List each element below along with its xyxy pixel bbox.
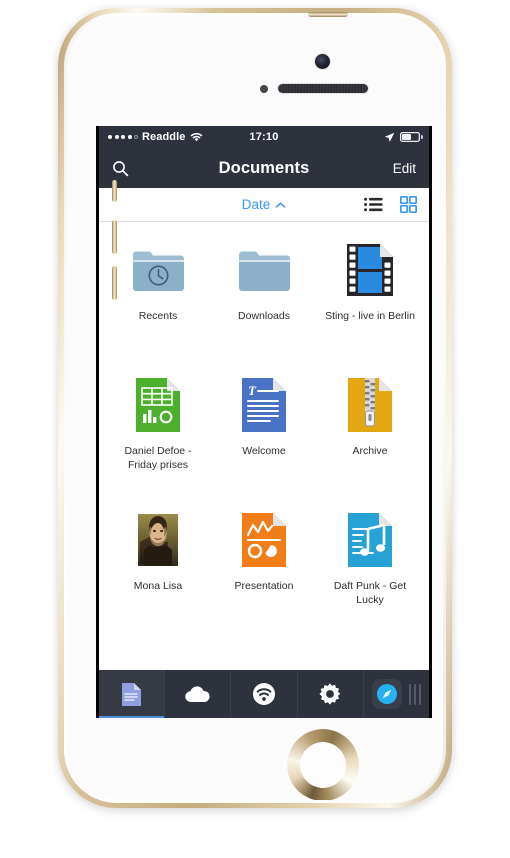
file-label: Daft Punk - Get Lucky [333, 580, 407, 606]
proximity-sensor-icon [260, 85, 268, 93]
tab-stack-icon[interactable] [408, 683, 422, 705]
tab-browser[interactable] [364, 670, 429, 718]
file-item[interactable]: Daniel Defoe - Friday prises [105, 363, 211, 498]
document-icon [121, 682, 142, 707]
phone-face: Readdle 17:10 Documents Edit Date Recent… [64, 13, 446, 803]
battery-icon [400, 132, 423, 142]
file-label: Presentation [234, 580, 294, 592]
file-label: Mona Lisa [133, 580, 183, 592]
spreadsheet-icon [129, 372, 187, 438]
app-screen: Readdle 17:10 Documents Edit Date Recent… [99, 126, 429, 718]
volume-up-button[interactable] [112, 220, 117, 254]
view-toggle-group [364, 196, 417, 213]
browser-tab-group [371, 679, 422, 709]
video-film-icon [341, 237, 399, 303]
file-label: Welcome [242, 445, 286, 457]
file-label: Archive [352, 445, 388, 457]
image-thumbnail-icon [129, 507, 187, 573]
power-button[interactable] [308, 12, 348, 17]
device-screen: Readdle 17:10 Documents Edit Date Recent… [96, 126, 432, 718]
home-button[interactable] [287, 729, 359, 800]
phone-body: Readdle 17:10 Documents Edit Date Recent… [58, 8, 452, 808]
page-title: Documents [218, 158, 310, 177]
tab-wifi-drive[interactable] [231, 670, 298, 718]
wifi-circle-icon [252, 682, 276, 706]
file-item[interactable]: Recents [105, 228, 211, 363]
file-grid: Recents Downloads Sting - live in Berlin… [99, 222, 429, 670]
tab-network-cloud[interactable] [165, 670, 232, 718]
file-label: Daniel Defoe - Friday prises [124, 445, 192, 471]
file-item[interactable]: Daft Punk - Get Lucky [317, 498, 423, 633]
file-label: Sting - live in Berlin [325, 310, 415, 322]
presentation-icon [235, 507, 293, 573]
search-icon[interactable] [112, 160, 129, 177]
volume-down-button[interactable] [112, 266, 117, 300]
list-view-toggle[interactable] [364, 197, 383, 212]
phone-front-panel: Readdle 17:10 Documents Edit Date Recent… [67, 16, 443, 800]
gear-icon [318, 682, 342, 706]
file-item[interactable]: Sting - live in Berlin [317, 228, 423, 363]
sort-label: Date [241, 197, 271, 212]
file-item[interactable]: Downloads [211, 228, 317, 363]
zip-archive-icon [341, 372, 399, 438]
mute-switch[interactable] [112, 180, 117, 202]
tab-bar [99, 670, 429, 718]
tab-settings[interactable] [298, 670, 364, 718]
tab-documents[interactable] [99, 670, 166, 718]
navigation-bar: Documents Edit [99, 148, 429, 188]
svg-text:T: T [248, 383, 257, 398]
folder-clock-icon [129, 237, 187, 303]
sort-and-view-bar: Date [99, 188, 429, 222]
grid-view-toggle[interactable] [400, 196, 417, 213]
cloud-icon [184, 685, 211, 703]
earpiece-speaker [278, 84, 368, 93]
compass-browser-icon[interactable] [371, 679, 402, 709]
front-camera-icon [315, 54, 330, 69]
file-label: Downloads [238, 310, 290, 322]
edit-button[interactable]: Edit [393, 161, 416, 176]
file-item[interactable]: Presentation [211, 498, 317, 633]
file-label: Recents [138, 310, 178, 322]
file-item[interactable]: T Welcome [211, 363, 317, 498]
music-note-icon [341, 507, 399, 573]
screenshot-stage: Readdle 17:10 Documents Edit Date Recent… [0, 0, 510, 858]
folder-icon [235, 237, 293, 303]
chevron-up-icon [275, 201, 286, 209]
status-bar: Readdle 17:10 [99, 126, 429, 148]
text-document-icon: T [235, 372, 293, 438]
file-item[interactable]: Archive [317, 363, 423, 498]
file-item[interactable]: Mona Lisa [105, 498, 211, 633]
clock-label: 17:10 [249, 131, 279, 143]
